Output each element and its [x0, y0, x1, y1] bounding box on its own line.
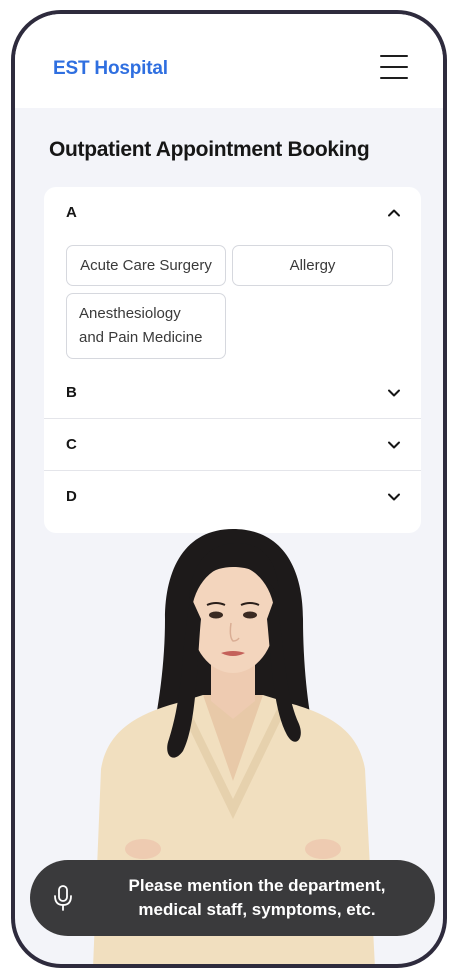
department-chip-anesthesiology[interactable]: Anesthesiology and Pain Medicine	[66, 293, 226, 359]
department-chip-label: Acute Care Surgery	[80, 256, 212, 274]
accordion-letter: D	[66, 488, 77, 505]
brand-logo[interactable]: EST Hospital	[53, 58, 168, 80]
microphone-icon[interactable]	[52, 884, 74, 912]
department-chip-label-line1: Anesthesiology	[79, 305, 181, 322]
voice-prompt-line2: medical staff, symptoms, etc.	[138, 900, 376, 919]
accordion-header-c[interactable]: C	[44, 419, 421, 471]
accordion-header-a[interactable]: A	[44, 187, 421, 239]
voice-prompt-text: Please mention the department, medical s…	[92, 874, 422, 922]
voice-prompt-line1: Please mention the department,	[128, 876, 386, 895]
voice-input-bar[interactable]: Please mention the department, medical s…	[30, 860, 435, 936]
chevron-down-icon	[388, 441, 400, 449]
page-title: Outpatient Appointment Booking	[49, 138, 370, 161]
chevron-down-icon	[388, 493, 400, 501]
phone-frame: EST Hospital Outpatient Appointment Book…	[11, 10, 447, 968]
accordion-header-b[interactable]: B	[44, 367, 421, 419]
accordion-header-d[interactable]: D	[44, 471, 421, 523]
accordion-letter: C	[66, 436, 77, 453]
chevron-down-icon	[388, 389, 400, 397]
app-header: EST Hospital	[15, 14, 443, 108]
accordion-letter: A	[66, 204, 77, 221]
accordion-letter: B	[66, 384, 77, 401]
chevron-up-icon	[388, 209, 400, 217]
department-chip-label: Allergy	[289, 256, 336, 274]
department-chip-allergy[interactable]: Allergy	[232, 245, 393, 286]
department-chip-label-line2: and Pain Medicine	[79, 329, 203, 346]
department-accordion: A Acute Care Surgery Allergy Anesthesiol…	[44, 187, 421, 533]
hamburger-menu-icon[interactable]	[380, 55, 408, 79]
department-chip-acute-care-surgery[interactable]: Acute Care Surgery	[66, 245, 226, 286]
